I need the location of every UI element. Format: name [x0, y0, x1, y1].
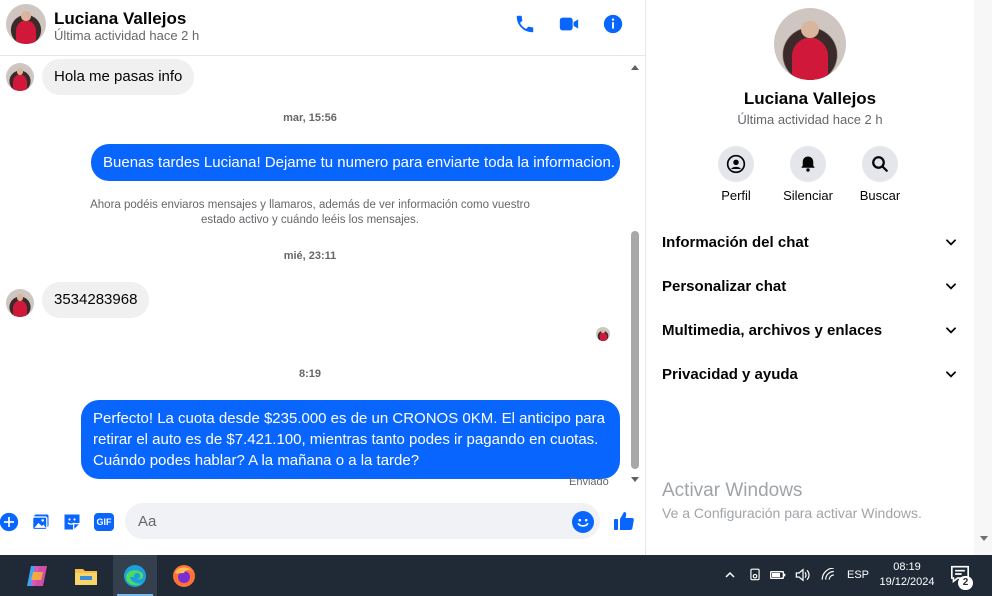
search-icon — [872, 156, 888, 172]
search-label: Buscar — [859, 188, 901, 203]
message-list[interactable]: Hola me pasas info mar, 15:56 Buenas tar… — [0, 57, 628, 489]
section-label: Multimedia, archivos y enlaces — [662, 321, 883, 339]
outgoing-message[interactable]: Perfecto! La cuota desde $235.000 es de … — [81, 400, 620, 479]
battery-icon — [770, 571, 786, 579]
speaker-icon — [795, 568, 810, 582]
notification-count-badge: 2 — [958, 576, 973, 590]
tray-volume-button[interactable] — [795, 567, 811, 583]
video-call-button[interactable] — [557, 12, 581, 36]
chevron-down-icon — [946, 283, 956, 290]
tray-battery-button[interactable] — [770, 567, 786, 583]
system-notice: Ahora podéis enviaros mensajes y llamaro… — [90, 199, 530, 226]
outgoing-message[interactable]: Buenas tardes Luciana! Dejame tu numero … — [91, 144, 620, 181]
gif-button[interactable]: GIF — [93, 511, 115, 533]
chat-header: Luciana Vallejos Última actividad hace 2… — [0, 0, 645, 56]
bell-icon — [801, 156, 815, 172]
tray-network-button[interactable] — [820, 567, 836, 583]
message-input[interactable] — [125, 503, 600, 539]
show-hidden-icons-button[interactable] — [722, 567, 738, 583]
edge-icon — [124, 564, 146, 587]
profile-icon — [726, 154, 746, 174]
chevron-up-icon — [725, 571, 735, 578]
chevron-down-icon — [946, 371, 956, 378]
info-button[interactable] — [601, 12, 625, 36]
section-chat-info[interactable]: Información del chat — [662, 228, 958, 256]
contact-avatar[interactable] — [6, 4, 46, 44]
chat-window: Luciana Vallejos Última actividad hace 2… — [0, 0, 645, 555]
input-language[interactable]: ESP — [847, 569, 869, 581]
device-icon — [750, 568, 760, 581]
timestamp-separator: mar, 15:56 — [283, 112, 337, 124]
phone-icon — [516, 15, 534, 33]
image-icon — [32, 514, 49, 531]
timestamp-separator: mié, 23:11 — [283, 250, 337, 262]
contact-name[interactable]: Luciana Vallejos — [54, 9, 186, 29]
taskbar-edge[interactable] — [113, 555, 157, 596]
incoming-message[interactable]: 3534283968 — [42, 282, 150, 318]
clock-time: 08:19 — [893, 561, 921, 573]
video-camera-icon — [559, 17, 579, 31]
contact-status: Última actividad hace 2 h — [54, 28, 200, 43]
panel-contact-status: Última actividad hace 2 h — [737, 112, 883, 127]
scroll-thumb[interactable] — [631, 231, 639, 469]
smiley-icon — [572, 511, 594, 533]
sent-status: Enviado — [569, 476, 609, 488]
like-button[interactable] — [612, 509, 636, 533]
scroll-up-arrow-icon[interactable] — [631, 65, 639, 70]
section-label: Privacidad y ayuda — [662, 365, 798, 383]
section-customize-chat[interactable]: Personalizar chat — [662, 272, 958, 300]
gif-icon: GIF — [94, 513, 114, 531]
section-label: Personalizar chat — [662, 277, 787, 295]
section-label: Información del chat — [662, 233, 809, 251]
gif-label: GIF — [96, 517, 112, 527]
mute-label: Silenciar — [783, 188, 833, 203]
message-scrollbar[interactable] — [628, 57, 642, 489]
info-icon — [603, 14, 623, 34]
system-clock[interactable]: 08:19 19/12/2024 — [868, 560, 946, 590]
folder-icon — [75, 568, 97, 585]
firefox-icon — [173, 564, 195, 587]
panel-avatar[interactable] — [774, 8, 846, 80]
scroll-down-arrow-icon[interactable] — [631, 477, 639, 482]
activate-windows-title: Activar Windows — [662, 480, 803, 501]
chevron-down-icon — [946, 327, 956, 334]
profile-button[interactable]: Perfil — [700, 146, 772, 203]
incoming-message[interactable]: Hola me pasas info — [42, 59, 195, 95]
profile-label: Perfil — [721, 188, 751, 203]
chat-info-panel: Luciana Vallejos Última actividad hace 2… — [646, 0, 992, 555]
taskbar-file-explorer[interactable] — [64, 555, 108, 596]
taskbar-firefox[interactable] — [162, 555, 206, 596]
search-button[interactable]: Buscar — [844, 146, 916, 203]
chevron-down-icon — [946, 239, 956, 246]
windows-taskbar: ESP 08:19 19/12/2024 2 — [0, 555, 992, 596]
timestamp-separator: 8:19 — [298, 368, 322, 380]
read-receipt-avatar — [596, 327, 610, 341]
wifi-icon — [821, 568, 834, 580]
phone-call-button[interactable] — [513, 12, 537, 36]
section-media-files-links[interactable]: Multimedia, archivos y enlaces — [662, 316, 958, 344]
mute-button[interactable]: Silenciar — [772, 146, 844, 203]
composer: GIF — [0, 497, 645, 547]
scroll-down-arrow-icon[interactable] — [980, 536, 988, 541]
clock-date: 19/12/2024 — [879, 576, 935, 588]
copilot-icon — [27, 565, 47, 586]
sticker-button[interactable] — [61, 511, 83, 533]
activate-windows-subtitle: Ve a Configuración para activar Windows. — [662, 505, 922, 521]
tray-device-button[interactable] — [747, 567, 763, 583]
emoji-button[interactable] — [572, 511, 594, 533]
more-actions-button[interactable] — [0, 511, 20, 533]
panel-scrollbar[interactable] — [974, 0, 992, 555]
panel-contact-name: Luciana Vallejos — [743, 89, 877, 108]
message-avatar[interactable] — [6, 289, 34, 317]
thumbs-up-icon — [614, 512, 634, 530]
sticker-icon — [64, 514, 80, 530]
attach-photo-button[interactable] — [30, 511, 52, 533]
message-avatar[interactable] — [6, 63, 34, 91]
taskbar-copilot[interactable] — [15, 555, 59, 596]
section-privacy-help[interactable]: Privacidad y ayuda — [662, 360, 958, 388]
plus-circle-icon — [0, 512, 19, 532]
